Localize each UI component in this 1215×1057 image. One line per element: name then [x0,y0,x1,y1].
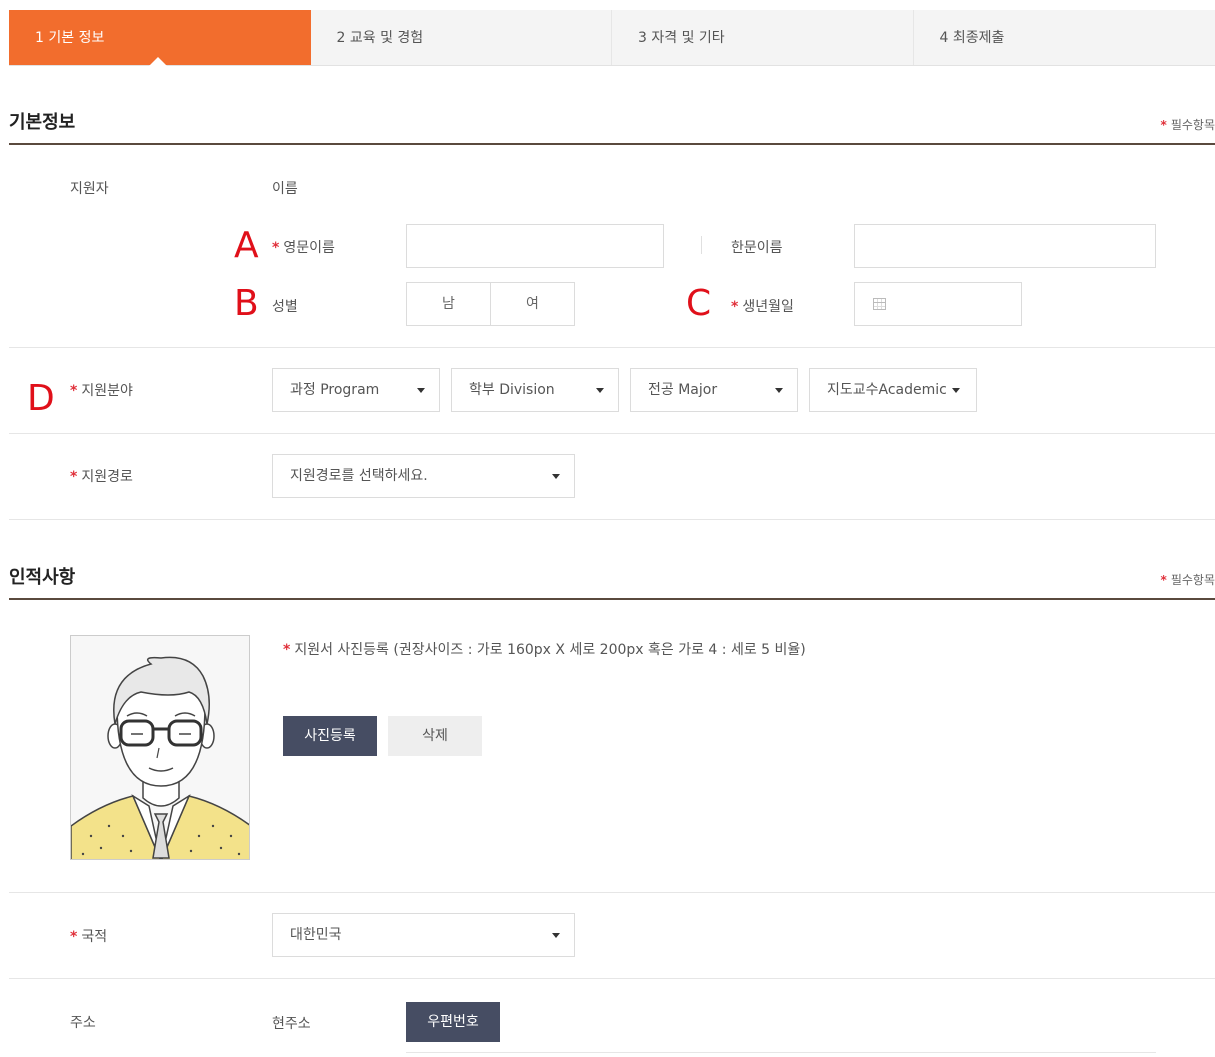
tab-education-experience[interactable]: 2 교육 및 경험 [311,10,612,65]
row-divider [9,978,1215,979]
required-star: * [70,929,78,945]
applicant-photo-placeholder [70,635,250,860]
eng-name-label-text: 영문이름 [283,240,335,256]
gender-female-button[interactable]: 여 [490,283,574,325]
marker-a: A [234,225,259,266]
active-tab-pointer [149,57,167,66]
route-label: * 지원경로 [70,466,133,486]
tab-qualifications[interactable]: 3 자격 및 기타 [612,10,914,65]
division-select-value: 학부 Division [469,382,555,398]
chevron-down-icon [417,388,425,393]
chevron-down-icon [552,474,560,479]
advisor-select[interactable]: 지도교수Academic [809,368,977,412]
marker-d: D [27,378,55,419]
major-select-value: 전공 Major [648,382,718,398]
avatar-placeholder-icon [71,656,249,859]
row-divider [9,347,1215,348]
eng-name-field[interactable] [406,224,664,268]
nationality-label-text: 국적 [81,929,108,945]
chevron-down-icon [596,388,604,393]
required-note-label: 필수항목 [1170,118,1215,132]
applicant-label: 지원자 [70,181,109,197]
section-title-basic: 기본정보 [9,112,76,133]
tab-final-submit[interactable]: 4 최종제출 [914,10,1215,65]
birthdate-field[interactable] [854,282,1022,326]
gender-label: 성별 [272,299,298,315]
required-star: * [1160,118,1167,132]
tab-label: 2 교육 및 경험 [336,30,424,46]
row-divider [9,519,1215,520]
eng-name-label: * 영문이름 [272,237,335,257]
address-label: 주소 [70,1015,96,1031]
required-note: * 필수항목 [1161,116,1215,133]
birth-label-text: 생년월일 [742,299,794,315]
major-select[interactable]: 전공 Major [630,368,798,412]
route-select-value: 지원경로를 선택하세요. [290,468,428,484]
program-select-value: 과정 Program [290,382,380,398]
field-label: * 지원분야 [70,380,133,400]
photo-upload-note-text: 지원서 사진등록 (권장사이즈 : 가로 160px X 세로 200px 혹은… [294,642,806,658]
step-tabs: 1 기본 정보 2 교육 및 경험 3 자격 및 기타 4 최종제출 [9,10,1215,66]
field-separator [701,236,702,254]
address-field-top [406,1052,1156,1057]
tab-label: 1 기본 정보 [35,30,105,46]
nationality-select-value: 대한민국 [290,927,342,943]
nationality-select[interactable]: 대한민국 [272,913,575,957]
required-note-label: 필수항목 [1170,573,1215,587]
photo-upload-button[interactable]: 사진등록 [283,716,377,756]
chevron-down-icon [952,388,960,393]
tab-label: 3 자격 및 기타 [638,30,725,46]
required-star: * [272,240,280,256]
program-select[interactable]: 과정 Program [272,368,440,412]
row-divider [9,433,1215,434]
photo-delete-button[interactable]: 삭제 [388,716,482,756]
calendar-icon[interactable] [873,298,886,310]
section-divider [9,598,1215,600]
tab-basic-info[interactable]: 1 기본 정보 [9,10,311,66]
nationality-label: * 국적 [70,926,107,946]
row-divider [9,892,1215,893]
required-note: * 필수항목 [1161,571,1215,588]
route-select[interactable]: 지원경로를 선택하세요. [272,454,575,498]
required-star: * [70,469,78,485]
advisor-select-value: 지도교수Academic [827,382,947,398]
required-star: * [731,299,739,315]
required-star: * [70,383,78,399]
zipcode-button[interactable]: 우편번호 [406,1002,500,1042]
tab-label: 4 최종제출 [939,30,1005,46]
required-star: * [283,642,291,658]
section-title-personal: 인적사항 [9,567,76,588]
name-heading: 이름 [272,181,298,197]
field-label-text: 지원분야 [81,383,133,399]
required-star: * [1160,573,1167,587]
hanja-name-field[interactable] [854,224,1156,268]
division-select[interactable]: 학부 Division [451,368,619,412]
section-divider [9,143,1215,145]
birth-label: * 생년월일 [731,296,794,316]
current-address-label: 현주소 [272,1016,311,1032]
gender-male-button[interactable]: 남 [407,283,490,325]
marker-b: B [234,283,259,324]
route-label-text: 지원경로 [81,469,133,485]
hanja-name-label: 한문이름 [731,240,783,256]
gender-toggle: 남 여 [406,282,575,326]
chevron-down-icon [775,388,783,393]
photo-upload-note: * 지원서 사진등록 (권장사이즈 : 가로 160px X 세로 200px 혹… [283,639,806,659]
marker-c: C [686,283,712,324]
chevron-down-icon [552,933,560,938]
